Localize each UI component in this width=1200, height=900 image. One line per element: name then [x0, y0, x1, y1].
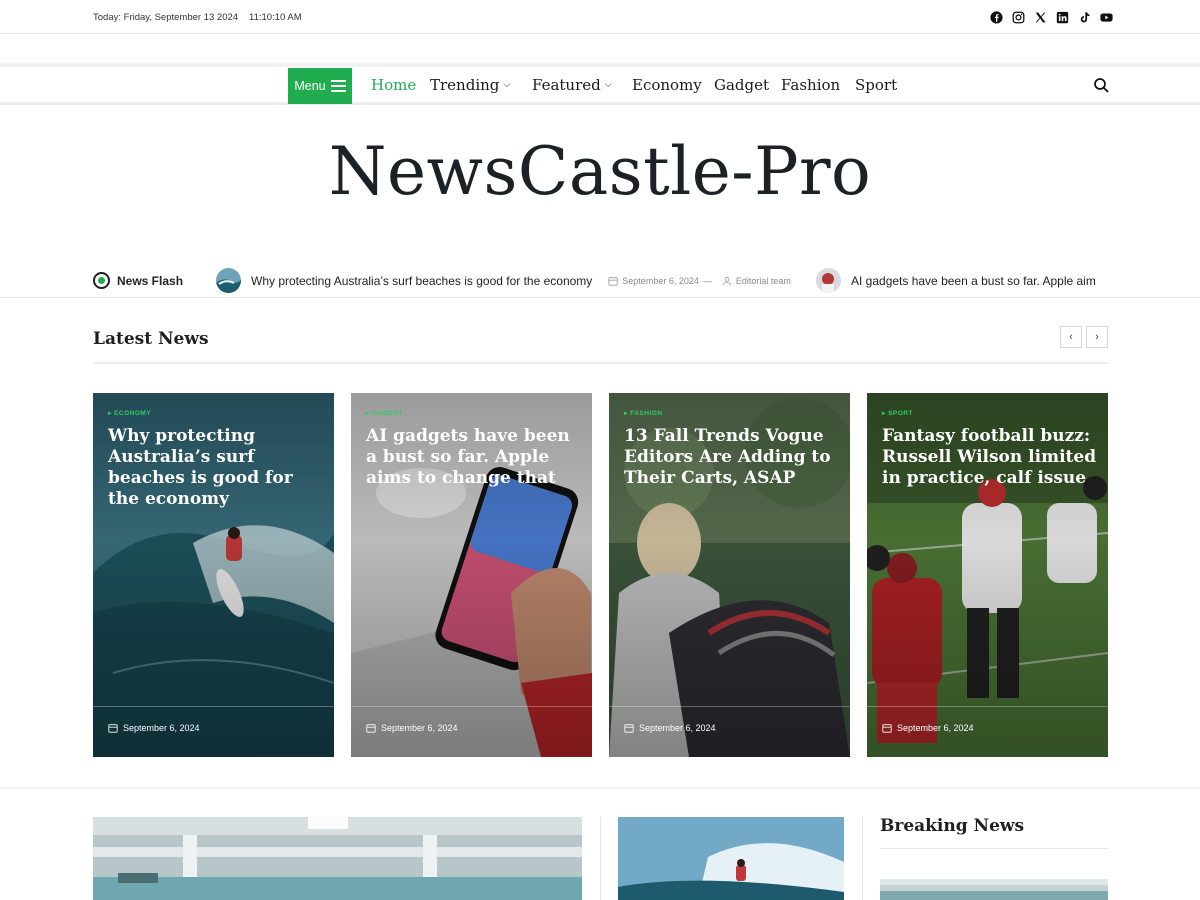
search-icon[interactable]	[1093, 77, 1109, 93]
section-divider	[0, 787, 1200, 789]
latest-news-header: Latest News ‹ ›	[93, 326, 1108, 364]
calendar-icon	[624, 724, 634, 733]
ticker-thumbnail	[216, 268, 241, 293]
card-date: September 6, 2024	[366, 723, 458, 733]
card-title[interactable]: Why protecting Australia’s surf beaches …	[108, 426, 323, 510]
youtube-icon[interactable]	[1099, 10, 1113, 24]
card-category[interactable]: Economy	[108, 409, 151, 417]
main-navigation: Menu Home Trending ⌵ Featured ⌵ Economy …	[0, 63, 1200, 105]
nav-label: Economy	[632, 76, 702, 94]
broadcast-icon	[93, 272, 110, 289]
tiktok-icon[interactable]	[1077, 10, 1091, 24]
nav-item-economy[interactable]: Economy	[632, 76, 702, 94]
news-flash-ticker: News Flash Why protecting Australia’s su…	[0, 262, 1200, 298]
nav-label: Fashion	[781, 76, 841, 94]
social-links	[989, 10, 1113, 24]
top-bar: Today: Friday, September 13 2024 11:10:1…	[0, 0, 1200, 34]
current-time: 11:10:10 AM	[249, 12, 302, 23]
site-title[interactable]: NewsCastle-Pro	[0, 133, 1200, 210]
calendar-icon	[882, 724, 892, 733]
facebook-icon[interactable]	[989, 10, 1003, 24]
featured-post-image[interactable]	[93, 817, 582, 900]
linkedin-icon[interactable]	[1055, 10, 1069, 24]
card-title[interactable]: 13 Fall Trends Vogue Editors Are Adding …	[624, 426, 839, 489]
card-category[interactable]: Sport	[882, 409, 913, 417]
current-date: Today: Friday, September 13 2024	[93, 12, 239, 23]
calendar-icon	[108, 724, 118, 733]
card-category[interactable]: Fashion	[624, 409, 662, 417]
breaking-news-heading: Breaking News	[880, 816, 1025, 836]
calendar-icon	[366, 724, 376, 733]
ticker-item[interactable]: Why protecting Australia’s surf beaches …	[216, 268, 791, 293]
chevron-left-icon: ‹	[1069, 331, 1073, 343]
user-icon	[722, 276, 732, 285]
news-card[interactable]: Economy Why protecting Australia’s surf …	[93, 393, 334, 757]
post-image[interactable]	[618, 817, 844, 900]
news-card[interactable]: Sport Fantasy football buzz: Russell Wil…	[867, 393, 1108, 757]
calendar-icon	[608, 276, 618, 286]
nav-item-trending[interactable]: Trending ⌵	[430, 76, 510, 94]
chevron-down-icon: ⌵	[604, 80, 612, 90]
nav-label: Trending	[430, 76, 500, 94]
card-title[interactable]: Fantasy football buzz: Russell Wilson li…	[882, 426, 1097, 489]
card-category[interactable]: Gadget	[366, 409, 403, 417]
chevron-right-icon: ›	[1095, 331, 1099, 343]
next-arrow-button[interactable]: ›	[1086, 326, 1108, 348]
nav-item-sport[interactable]: Sport	[855, 76, 897, 94]
nav-label: Gadget	[714, 76, 770, 94]
ticker-title[interactable]: AI gadgets have been a bust so far. Appl…	[851, 274, 1096, 288]
news-flash-label: News Flash	[93, 272, 183, 289]
x-icon[interactable]	[1033, 10, 1047, 24]
instagram-icon[interactable]	[1011, 10, 1025, 24]
nav-item-gadget[interactable]: Gadget	[714, 76, 769, 94]
chevron-down-icon: ⌵	[503, 80, 511, 90]
hamburger-icon	[330, 77, 346, 95]
news-card[interactable]: Fashion 13 Fall Trends Vogue Editors Are…	[609, 393, 850, 757]
prev-arrow-button[interactable]: ‹	[1060, 326, 1082, 348]
menu-button[interactable]: Menu	[288, 68, 352, 104]
news-card[interactable]: Gadget AI gadgets have been a bust so fa…	[351, 393, 592, 757]
card-date: September 6, 2024	[882, 723, 974, 733]
ticker-date: September 6, 2024 —	[608, 276, 712, 286]
nav-item-featured[interactable]: Featured ⌵	[532, 76, 612, 94]
ticker-title[interactable]: Why protecting Australia’s surf beaches …	[251, 274, 592, 288]
ticker-author[interactable]: Editorial team	[722, 276, 791, 286]
card-date: September 6, 2024	[624, 723, 716, 733]
card-title[interactable]: AI gadgets have been a bust so far. Appl…	[366, 426, 581, 489]
ticker-item[interactable]: AI gadgets have been a bust so far. Appl…	[816, 268, 1108, 293]
latest-news-heading: Latest News	[93, 329, 209, 349]
breaking-news-image[interactable]	[880, 879, 1108, 900]
nav-item-home[interactable]: Home	[371, 76, 416, 94]
nav-item-fashion[interactable]: Fashion	[781, 76, 840, 94]
menu-label: Menu	[294, 79, 326, 93]
news-flash-text: News Flash	[117, 273, 184, 288]
ticker-thumbnail	[816, 268, 841, 293]
nav-label: Featured	[532, 76, 601, 94]
nav-label: Home	[371, 76, 417, 94]
card-date: September 6, 2024	[108, 723, 200, 733]
nav-label: Sport	[855, 76, 898, 94]
